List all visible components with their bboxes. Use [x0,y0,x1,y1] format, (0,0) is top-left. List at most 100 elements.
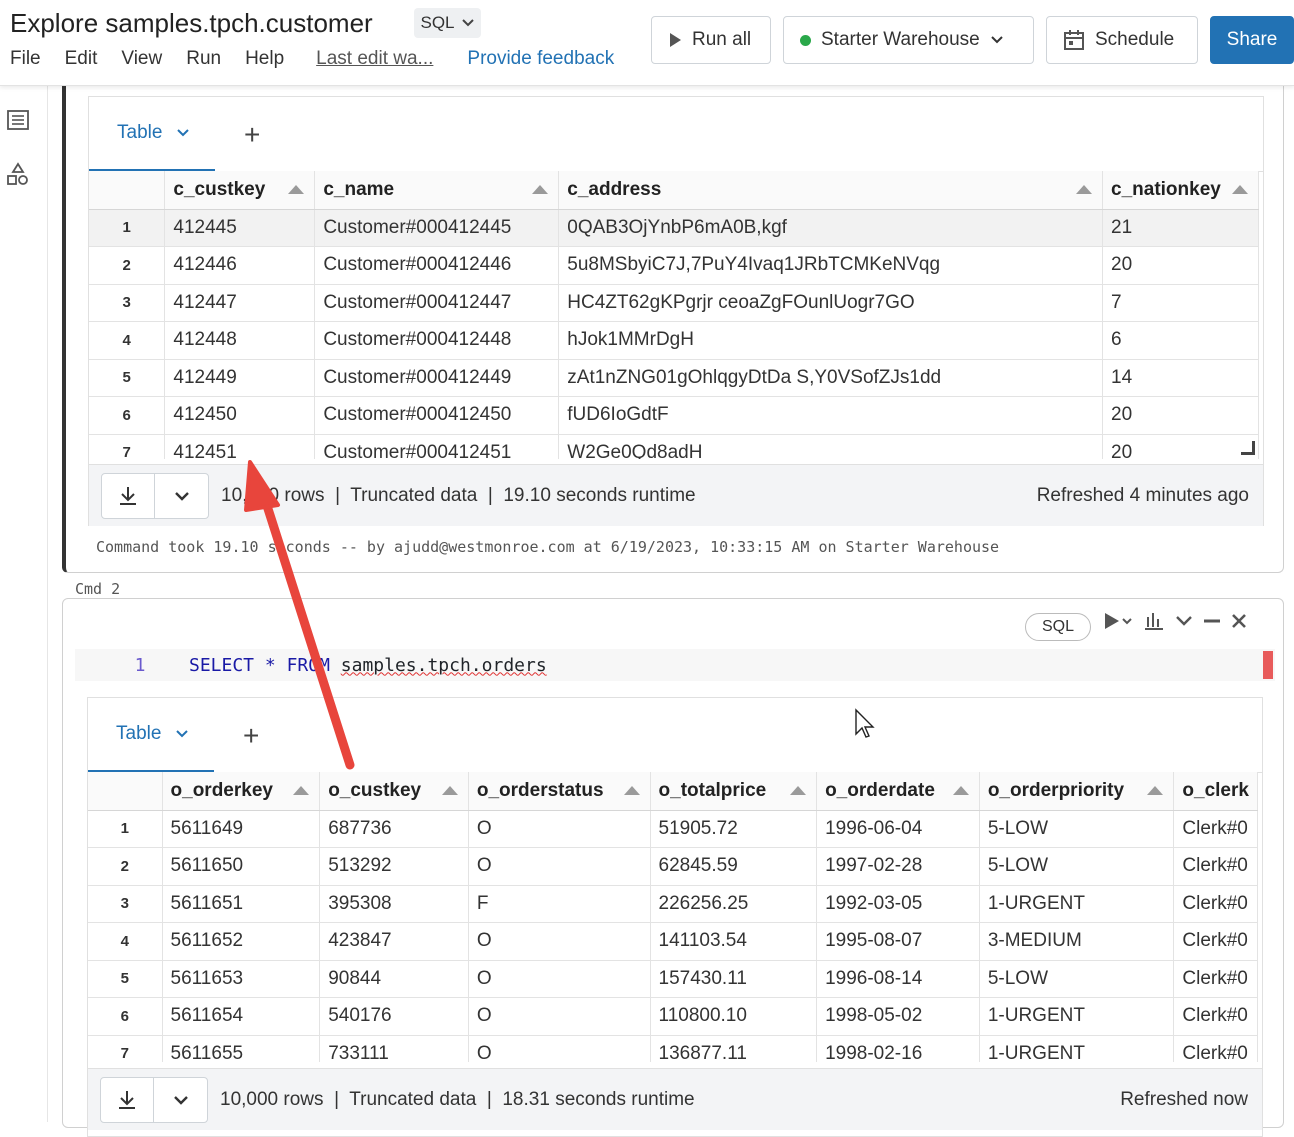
table-cell[interactable]: O [468,847,651,886]
table-cell[interactable]: O [468,922,651,961]
table-cell[interactable]: 1992-03-05 [816,885,980,923]
download-button[interactable] [102,474,156,518]
table-cell[interactable]: 62845.59 [650,847,818,886]
row-number[interactable]: 4 [89,321,166,360]
table-cell[interactable]: 1-URGENT [979,1035,1175,1062]
row-number[interactable]: 1 [88,810,163,848]
table-cell[interactable]: 1998-02-16 [816,1035,980,1062]
table-cell[interactable]: 5611655 [162,1035,321,1062]
share-button[interactable]: Share [1210,16,1294,64]
table-cell[interactable]: 226256.25 [650,885,818,923]
table-row[interactable]: 2 412446 Customer#000412446 5u8MSbyiC7J,7Pu… [89,246,1259,285]
menu-view[interactable]: View [121,48,162,70]
table-row[interactable]: 1 412445 Customer#000412445 0QAB3OjYnbP6mA0… [89,209,1259,247]
table-cell[interactable]: 14 [1102,359,1259,397]
notebook-cell-2[interactable]: SQL 1 SELECT * FROM samples.tpch.orders … [62,598,1284,1137]
table-cell[interactable]: 136877.11 [650,1035,818,1062]
row-number[interactable]: 2 [89,246,166,285]
cell-language-badge[interactable]: SQL [1025,613,1091,641]
column-header[interactable]: o_orderstatus [468,772,651,811]
column-header[interactable]: c_custkey [164,171,316,210]
row-number[interactable]: 6 [88,997,163,1036]
notebook-title[interactable]: Explore samples.tpch.customer [10,8,373,39]
download-button[interactable] [101,1078,155,1122]
table-cell[interactable]: 7 [1102,284,1259,322]
table-row[interactable]: 3 5611651 395308 F 226256.25 1992-03-05 1-URGE… [88,885,1258,923]
table-cell[interactable]: 21 [1102,209,1259,247]
table-cell[interactable]: 1996-06-04 [816,810,980,848]
table-cell[interactable]: Clerk#0 [1173,885,1258,923]
row-number[interactable]: 2 [88,847,163,886]
table-row[interactable]: 6 5611654 540176 O 110800.10 1998-05-02 1-URGE… [88,997,1258,1036]
table-cell[interactable]: 1995-08-07 [816,922,980,961]
column-header[interactable]: o_clerk [1173,772,1258,811]
table-row[interactable]: 2 5611650 513292 O 62845.59 1997-02-28 5-LOW Cl… [88,847,1258,886]
menu-edit[interactable]: Edit [65,48,98,70]
download-options-button[interactable] [155,474,208,518]
bar-chart-icon[interactable] [1143,611,1165,631]
table-cell[interactable]: 5611650 [162,847,321,886]
column-header[interactable]: c_nationkey [1102,171,1259,210]
table-row[interactable]: 4 412448 Customer#000412448 hJok1MMrDgH 6 [89,321,1259,360]
code-editor-line[interactable]: 1 SELECT * FROM samples.tpch.orders [75,649,1275,681]
table-cell[interactable]: 5-LOW [979,960,1175,998]
download-button-group[interactable] [101,473,209,519]
table-cell[interactable]: 1-URGENT [979,885,1175,923]
add-visualization-icon[interactable]: + [243,720,259,752]
table-row[interactable]: 7 5611655 733111 O 136877.11 1998-02-16 1-URGE… [88,1035,1258,1062]
row-number[interactable]: 3 [88,885,163,923]
table-row[interactable]: 5 5611653 90844 O 157430.11 1996-08-14 5-LOW Cl… [88,960,1258,998]
table-cell[interactable]: 1998-05-02 [816,997,980,1036]
table-row[interactable]: 3 412447 Customer#000412447 HC4ZT62gKPgrjr … [89,284,1259,322]
table-cell[interactable]: 423847 [319,922,469,961]
table-cell[interactable]: 412450 [164,396,316,435]
table-cell[interactable]: 733111 [319,1035,469,1062]
table-cell[interactable]: O [468,810,651,848]
table-cell[interactable]: Clerk#0 [1173,1035,1258,1062]
table-cell[interactable]: F [468,885,651,923]
table-cell[interactable]: 5u8MSbyiC7J,7PuY4Ivaq1JRbTCMKeNVqg [558,246,1104,285]
chevron-down-icon[interactable] [176,128,190,138]
table-cell[interactable]: Clerk#0 [1173,810,1258,848]
column-header[interactable]: o_orderdate [816,772,980,811]
shapes-icon[interactable] [6,162,30,186]
table-cell[interactable]: Customer#000412449 [314,359,560,397]
resize-handle-icon[interactable] [1241,441,1255,455]
column-header[interactable]: o_orderpriority [979,772,1175,811]
language-selector[interactable]: SQL [414,8,481,38]
table-row[interactable]: 7 412451 Customer#000412451 W2Ge0Qd8adH 20 [89,434,1259,459]
row-number[interactable]: 7 [89,434,166,459]
results-grid[interactable]: o_orderkey o_custkey o_orderstatus o_tot… [88,772,1258,1062]
table-cell[interactable]: 412448 [164,321,316,360]
column-header[interactable]: o_totalprice [650,772,818,811]
column-header[interactable]: c_address [558,171,1104,210]
table-row[interactable]: 6 412450 Customer#000412450 fUD6IoGdtF 20 [89,396,1259,435]
table-cell[interactable]: Clerk#0 [1173,922,1258,961]
menu-run[interactable]: Run [186,48,221,70]
schedule-button[interactable]: Schedule [1046,16,1198,64]
run-all-button[interactable]: Run all [651,16,771,64]
table-cell[interactable]: 1997-02-28 [816,847,980,886]
table-of-contents-icon[interactable] [6,108,30,132]
table-cell[interactable]: 20 [1102,396,1259,435]
row-number[interactable]: 1 [89,209,166,247]
table-cell[interactable]: 1-URGENT [979,997,1175,1036]
table-cell[interactable]: Customer#000412447 [314,284,560,322]
row-number[interactable]: 7 [88,1035,163,1062]
table-cell[interactable]: 110800.10 [650,997,818,1036]
table-cell[interactable]: 5-LOW [979,847,1175,886]
table-cell[interactable]: O [468,1035,651,1062]
row-number[interactable]: 3 [89,284,166,322]
table-cell[interactable]: 412449 [164,359,316,397]
table-cell[interactable]: 20 [1102,246,1259,285]
menu-file[interactable]: File [10,48,41,70]
minimize-icon[interactable] [1203,618,1221,624]
table-cell[interactable]: O [468,997,651,1036]
table-cell[interactable]: 412445 [164,209,316,247]
table-cell[interactable]: 51905.72 [650,810,818,848]
table-cell[interactable]: 0QAB3OjYnbP6mA0B,kgf [558,209,1104,247]
results-grid[interactable]: c_custkey c_name c_address c_nationkey 1… [89,171,1259,459]
table-cell[interactable]: 395308 [319,885,469,923]
row-number[interactable]: 6 [89,396,166,435]
table-row[interactable]: 1 5611649 687736 O 51905.72 1996-06-04 5-LOW Cl… [88,810,1258,848]
